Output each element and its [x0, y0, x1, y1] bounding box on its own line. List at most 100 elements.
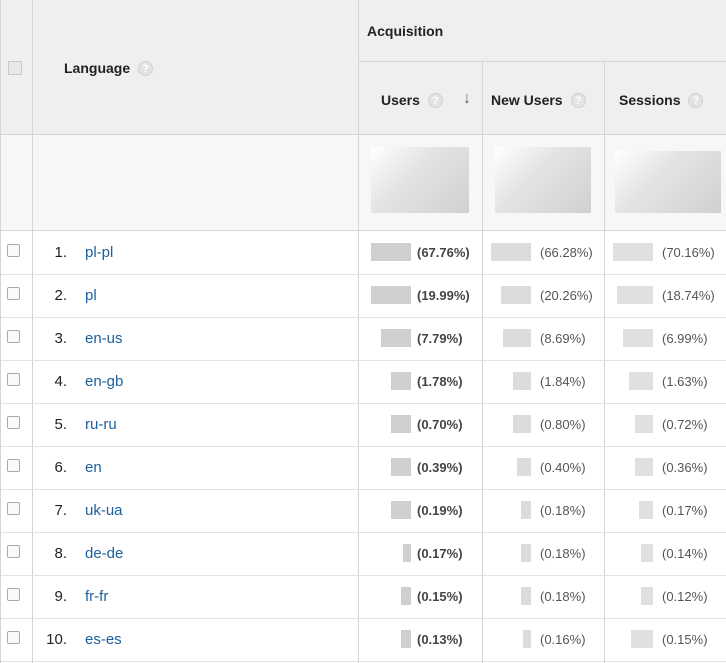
- redacted-sessions-value: [639, 501, 653, 519]
- help-icon[interactable]: ?: [427, 92, 443, 108]
- new-users-percent: (8.69%): [540, 331, 586, 346]
- language-link[interactable]: en-us: [85, 330, 123, 347]
- help-icon[interactable]: ?: [138, 60, 154, 76]
- redacted-sessions-value: [641, 544, 653, 562]
- table-row: 1. pl-pl (67.76%) (66.28%) (70.16%): [1, 232, 726, 275]
- redacted-new-users-value: [501, 286, 531, 304]
- redacted-new-users-value: [503, 329, 531, 347]
- redacted-sessions-value: [629, 372, 653, 390]
- redacted-users-value: [371, 286, 411, 304]
- language-link[interactable]: fr-fr: [85, 588, 108, 605]
- table-row: 5. ru-ru (0.70%) (0.80%) (0.72%): [1, 404, 726, 447]
- users-percent: (67.76%): [417, 245, 470, 260]
- language-link[interactable]: pl: [85, 287, 97, 304]
- help-icon[interactable]: ?: [688, 92, 704, 108]
- row-index: 5.: [54, 416, 67, 433]
- row-checkbox[interactable]: [7, 588, 20, 601]
- sessions-column-header[interactable]: Sessions ?: [619, 92, 704, 108]
- table-row: 9. fr-fr (0.15%) (0.18%) (0.12%): [1, 576, 726, 619]
- redacted-sessions-value: [641, 587, 653, 605]
- acquisition-group-header: Acquisition: [367, 23, 444, 39]
- sessions-percent: (6.99%): [662, 331, 708, 346]
- header-divider: [358, 61, 726, 62]
- users-percent: (19.99%): [417, 288, 470, 303]
- redacted-new-users-value: [513, 415, 531, 433]
- redacted-sessions-value: [635, 458, 653, 476]
- users-column-header[interactable]: Users ?: [381, 92, 443, 108]
- sort-descending-icon[interactable]: ↓: [463, 90, 471, 108]
- redacted-total-sessions: [615, 151, 721, 213]
- sessions-percent: (0.36%): [662, 460, 708, 475]
- row-checkbox[interactable]: [7, 631, 20, 644]
- redacted-users-value: [391, 415, 411, 433]
- row-checkbox[interactable]: [7, 330, 20, 343]
- row-index: 8.: [54, 545, 67, 562]
- row-index: 7.: [54, 502, 67, 519]
- row-index: 9.: [54, 588, 67, 605]
- row-index: 3.: [54, 330, 67, 347]
- language-link[interactable]: es-es: [85, 631, 122, 648]
- users-percent: (1.78%): [417, 374, 463, 389]
- sessions-percent: (1.63%): [662, 374, 708, 389]
- sessions-percent: (0.12%): [662, 589, 708, 604]
- language-header-label: Language: [64, 60, 131, 76]
- report-table: Language ? Acquisition Users ? ↓ New Use…: [0, 0, 726, 663]
- redacted-new-users-value: [513, 372, 531, 390]
- redacted-new-users-value: [521, 501, 531, 519]
- language-link[interactable]: de-de: [85, 545, 123, 562]
- new-users-percent: (0.40%): [540, 460, 586, 475]
- users-percent: (0.17%): [417, 546, 463, 561]
- redacted-sessions-value: [623, 329, 653, 347]
- users-percent: (0.39%): [417, 460, 463, 475]
- users-percent: (7.79%): [417, 331, 463, 346]
- row-checkbox[interactable]: [7, 416, 20, 429]
- language-column-header[interactable]: Language ?: [64, 60, 154, 76]
- redacted-new-users-value: [521, 587, 531, 605]
- users-header-label: Users: [381, 92, 420, 108]
- redacted-users-value: [391, 501, 411, 519]
- new-users-column-header[interactable]: New Users ?: [491, 92, 586, 108]
- redacted-users-value: [391, 458, 411, 476]
- table-header: Language ? Acquisition Users ? ↓ New Use…: [1, 0, 726, 135]
- language-link[interactable]: en-gb: [85, 373, 123, 390]
- redacted-total-new-users: [495, 147, 591, 213]
- new-users-percent: (0.18%): [540, 546, 586, 561]
- help-icon[interactable]: ?: [570, 92, 586, 108]
- sessions-percent: (0.14%): [662, 546, 708, 561]
- redacted-sessions-value: [631, 630, 653, 648]
- language-link[interactable]: uk-ua: [85, 502, 123, 519]
- users-percent: (0.15%): [417, 589, 463, 604]
- table-row: 6. en (0.39%) (0.40%) (0.36%): [1, 447, 726, 490]
- redacted-new-users-value: [523, 630, 531, 648]
- language-link[interactable]: ru-ru: [85, 416, 117, 433]
- new-users-percent: (0.18%): [540, 503, 586, 518]
- sessions-header-label: Sessions: [619, 92, 681, 108]
- redacted-users-value: [403, 544, 411, 562]
- new-users-header-label: New Users: [491, 92, 563, 108]
- redacted-users-value: [401, 587, 411, 605]
- row-checkbox[interactable]: [7, 287, 20, 300]
- row-index: 6.: [54, 459, 67, 476]
- row-checkbox[interactable]: [7, 545, 20, 558]
- table-row: 7. uk-ua (0.19%) (0.18%) (0.17%): [1, 490, 726, 533]
- redacted-users-value: [371, 243, 411, 261]
- new-users-percent: (0.16%): [540, 632, 586, 647]
- language-link[interactable]: pl-pl: [85, 244, 113, 261]
- row-checkbox[interactable]: [7, 459, 20, 472]
- row-index: 4.: [54, 373, 67, 390]
- redacted-new-users-value: [517, 458, 531, 476]
- row-checkbox[interactable]: [7, 502, 20, 515]
- language-link[interactable]: en: [85, 459, 102, 476]
- table-row: 2. pl (19.99%) (20.26%) (18.74%): [1, 275, 726, 318]
- select-all-checkbox[interactable]: [8, 61, 22, 75]
- redacted-sessions-value: [635, 415, 653, 433]
- redacted-total-users: [371, 147, 469, 213]
- table-row: 4. en-gb (1.78%) (1.84%) (1.63%): [1, 361, 726, 404]
- users-percent: (0.13%): [417, 632, 463, 647]
- sessions-percent: (18.74%): [662, 288, 715, 303]
- row-checkbox[interactable]: [7, 244, 20, 257]
- redacted-users-value: [381, 329, 411, 347]
- row-checkbox[interactable]: [7, 373, 20, 386]
- row-index: 1.: [54, 244, 67, 261]
- sessions-percent: (0.72%): [662, 417, 708, 432]
